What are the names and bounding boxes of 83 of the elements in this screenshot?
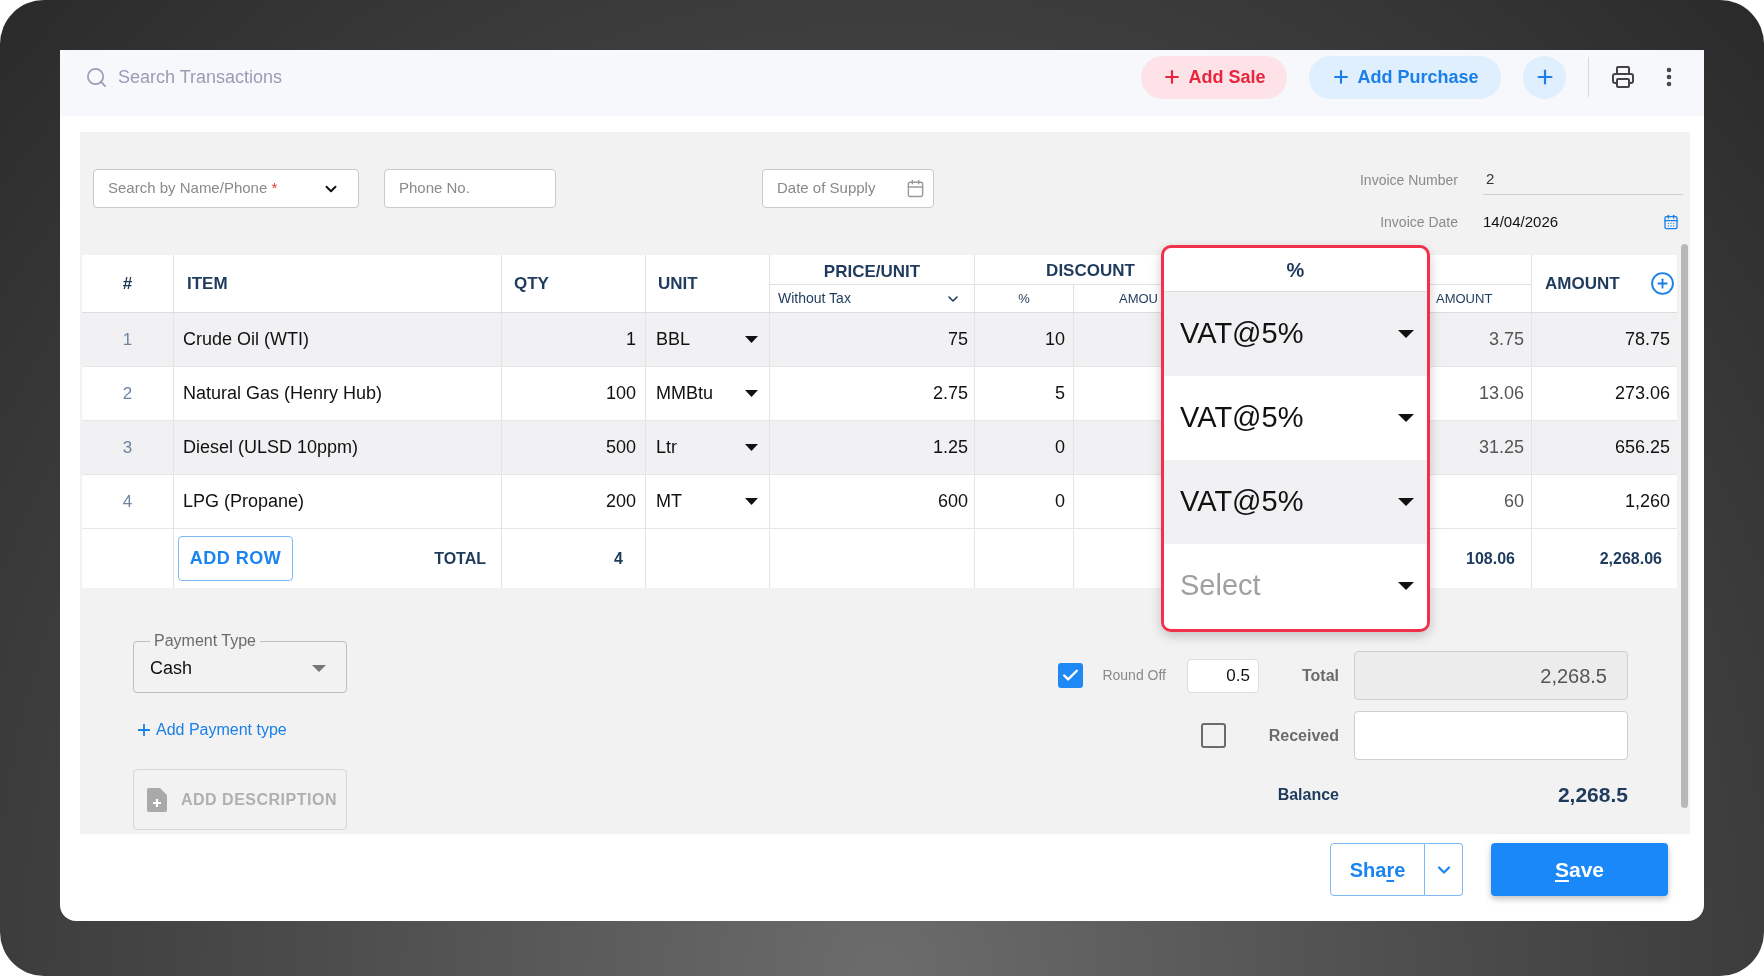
unit-select[interactable]: BBL (646, 313, 770, 366)
invoice-date-field[interactable]: 14/04/2026 (1483, 207, 1683, 237)
table-cell-text: 656.25 (1613, 436, 1671, 459)
scrollbar[interactable] (1681, 244, 1688, 808)
unit-select[interactable]: Ltr (646, 421, 770, 474)
table-cell-text: 1,260 (1623, 490, 1671, 513)
add-button[interactable] (1523, 55, 1566, 99)
table-cell: Natural Gas (Henry Hub) (174, 367, 502, 420)
column-header: UNIT (646, 255, 770, 312)
table-cell: 2.75 (770, 367, 975, 420)
table-cell: 600 (770, 475, 975, 528)
caret-down-icon (1398, 498, 1414, 506)
field-label: Invoice Date (1379, 212, 1458, 232)
plus-icon (135, 721, 153, 739)
table-cell: 75 (770, 313, 975, 366)
search-icon (85, 65, 108, 89)
column-header: PRICE/UNIT (770, 255, 975, 285)
received-label: Received (1267, 725, 1339, 746)
total-label: TOTAL (434, 548, 486, 569)
unit-select[interactable]: MT (646, 475, 770, 528)
column-header: # (82, 255, 174, 312)
column-header: AMOUNT (1545, 272, 1620, 295)
column-header: % (975, 285, 1074, 312)
table-cell-text: 78.75 (1623, 328, 1671, 351)
round-off-field[interactable]: 0.5 (1187, 658, 1259, 693)
name-search-field[interactable]: Search by Name/Phone * (93, 169, 359, 208)
checkbox[interactable] (1201, 723, 1226, 748)
calendar-icon (906, 179, 925, 198)
caret-down-icon (1398, 330, 1414, 338)
tax-mode-select[interactable]: Without Tax (770, 285, 975, 312)
table-cell: 500 (502, 421, 646, 474)
table-cell: 4 (502, 529, 646, 588)
table-cell: LPG (Propane) (174, 475, 502, 528)
save-button[interactable]: Save (1491, 843, 1668, 896)
column-header: QTY (502, 255, 646, 312)
caret-down-icon (745, 336, 758, 343)
share-options-button[interactable] (1425, 843, 1463, 896)
caret-down-icon (745, 444, 758, 451)
caret-down-icon (1398, 582, 1414, 590)
tax-rate-select[interactable]: VAT@5% (1164, 460, 1427, 544)
invoice-number-field[interactable]: 2 (1483, 165, 1683, 195)
table-cell: 5 (975, 367, 1074, 420)
table-cell: Diesel (ULSD 10ppm) (174, 421, 502, 474)
add-payment-type-link[interactable]: Add Payment type (135, 718, 287, 742)
total-field: 2,268.5 (1354, 651, 1628, 700)
date-field[interactable]: Date of Supply (762, 169, 934, 208)
checkbox[interactable] (1058, 663, 1084, 688)
tax-rate-select[interactable]: VAT@5% (1164, 292, 1427, 376)
calendar-icon[interactable] (1663, 214, 1679, 230)
table-cell: 1.25 (770, 421, 975, 474)
table-cell: 200 (502, 475, 646, 528)
table-cell-text: 2,268.06 (1598, 548, 1663, 569)
phone-field[interactable]: Phone No. (384, 169, 556, 208)
share-button[interactable]: Share (1330, 843, 1425, 896)
caret-down-icon (745, 390, 758, 397)
add-sale-button[interactable]: Add Sale (1141, 55, 1287, 99)
table-cell: 1 (502, 313, 646, 366)
unit-select[interactable]: MMBtu (646, 367, 770, 420)
received-field[interactable] (1354, 711, 1628, 760)
table-cell-text: 273.06 (1613, 382, 1671, 405)
table-cell: Crude Oil (WTI) (174, 313, 502, 366)
caret-down-icon (745, 498, 758, 505)
table-cell: 2 (82, 367, 174, 420)
table-cell: 1 (82, 313, 174, 366)
caret-down-icon (312, 665, 326, 672)
table-cell: 3 (82, 421, 174, 474)
round-off-label: Round Off (1102, 666, 1166, 685)
add-row-button[interactable]: ADD ROW (178, 536, 293, 581)
table-cell: 10 (975, 313, 1074, 366)
printer-icon[interactable] (1611, 65, 1635, 89)
balance-label: Balance (1276, 785, 1339, 805)
table-cell: 4 (82, 475, 174, 528)
table-cell: 0 (975, 421, 1074, 474)
field-label: Payment Type (153, 631, 257, 651)
column-header: ITEM (174, 255, 502, 312)
field-label: Invoice Number (1359, 170, 1458, 190)
table-cell: 100 (502, 367, 646, 420)
file-plus-icon (147, 787, 167, 812)
total-label: Total (1300, 665, 1339, 686)
table-cell: 0 (975, 475, 1074, 528)
balance-value: 2,268.5 (1556, 782, 1628, 809)
add-column-icon[interactable] (1650, 271, 1675, 296)
tax-rate-select[interactable]: VAT@5% (1164, 376, 1427, 460)
